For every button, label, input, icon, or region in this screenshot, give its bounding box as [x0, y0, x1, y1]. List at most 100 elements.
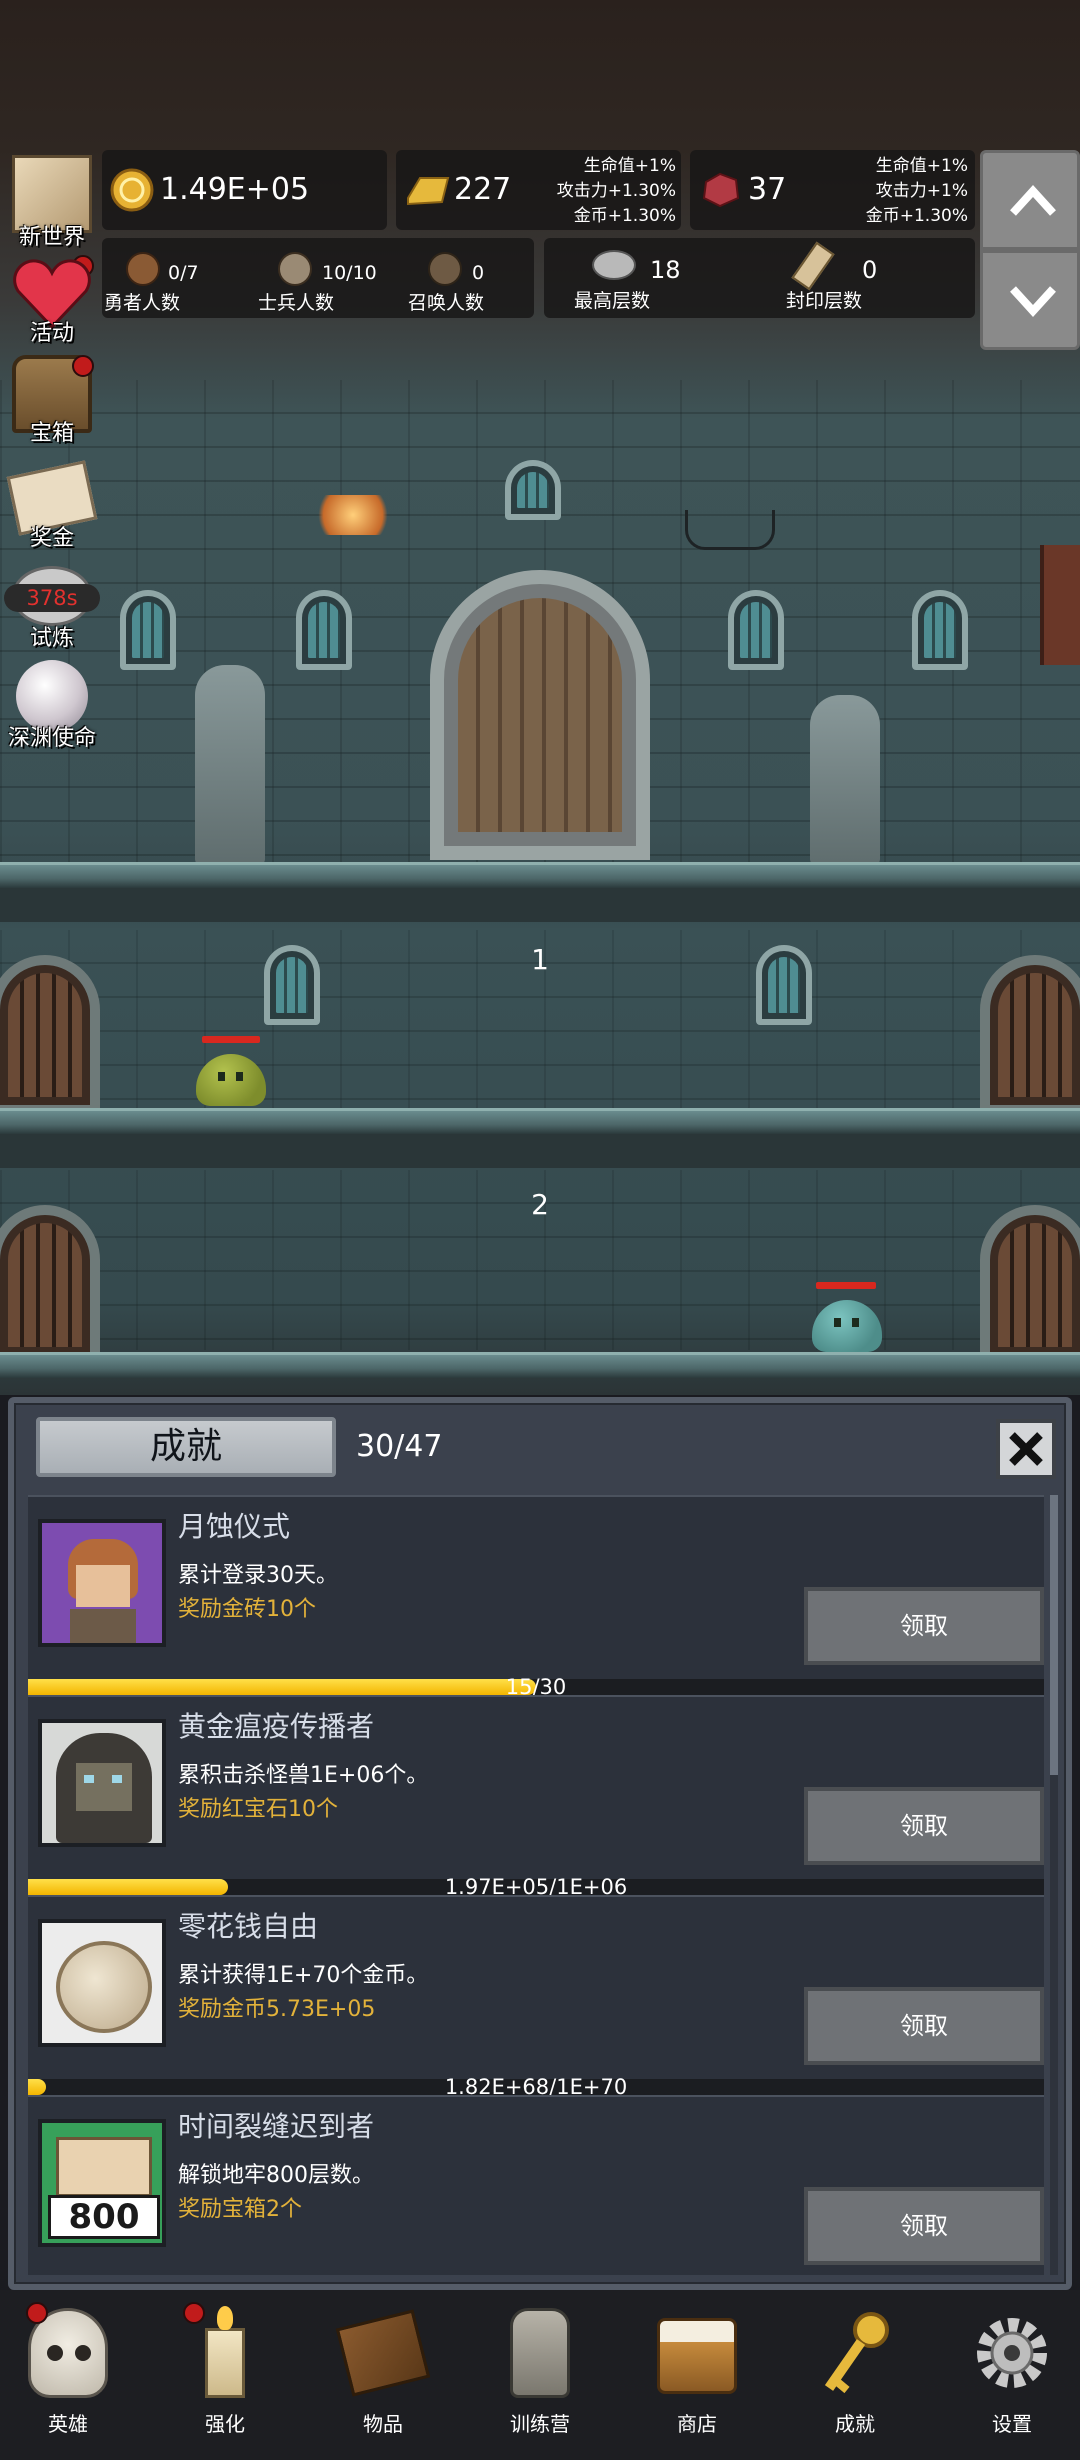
- soldier-count: 10/10: [322, 262, 377, 284]
- nav-label: 物品: [363, 2412, 403, 2436]
- notification-dot: [183, 2302, 205, 2324]
- progress-bar: 1.82E+68/1E+70: [28, 2075, 1044, 2099]
- gold-bar-counter: 227 生命值+1% 攻击力+1.30% 金币+1.30%: [396, 150, 681, 230]
- floor-counts: 18 最高层数 0 封印层数: [544, 238, 975, 318]
- castle-window: [296, 590, 352, 670]
- achievement-item: 零花钱自由 累计获得1E+70个金币。 奖励金币5.73E+05 领取 1.82…: [28, 1895, 1044, 2099]
- scroll-up-button[interactable]: [980, 150, 1080, 250]
- nav-label: 训练营: [510, 2412, 570, 2436]
- achievement-description: 累计获得1E+70个金币。: [178, 1963, 429, 1988]
- gold-bar-bonus: 生命值+1% 攻击力+1.30% 金币+1.30%: [556, 156, 676, 226]
- book-icon: [335, 2309, 431, 2397]
- scroll-down-button[interactable]: [980, 250, 1080, 350]
- floor-number: 2: [531, 1188, 549, 1221]
- side-menu-label: 宝箱: [29, 421, 74, 446]
- notification-dot: [72, 355, 94, 377]
- achievement-list[interactable]: 月蚀仪式 累计登录30天。 奖励金砖10个 领取 15/30 黄金瘟疫传播者 累…: [28, 1495, 1044, 2275]
- sealed-floor-value: 0: [862, 256, 878, 284]
- scrollbar-thumb[interactable]: [1050, 1495, 1058, 1775]
- achievement-panel: 成就 30/47 月蚀仪式 累计登录30天。 奖励金砖10个 领取 15/30: [8, 1397, 1072, 2290]
- nav-achievements[interactable]: 成就: [795, 2302, 915, 2452]
- progress-bar: 1.97E+05/1E+06: [28, 1875, 1044, 1899]
- dungeon-800-icon: 800: [38, 2119, 166, 2247]
- nav-training-camp[interactable]: 训练营: [480, 2302, 600, 2452]
- achievement-item: 月蚀仪式 累计登录30天。 奖励金砖10个 领取 15/30: [28, 1495, 1044, 1699]
- wall-banner: [1040, 545, 1080, 665]
- achievement-reward: 奖励宝箱2个: [178, 2197, 302, 2222]
- castle-window: [505, 460, 561, 520]
- side-menu-label: 试炼: [29, 626, 74, 651]
- key-icon: [824, 2312, 889, 2394]
- progress-bar: 15/30: [28, 1675, 1044, 1699]
- claim-button[interactable]: 领取: [804, 1587, 1044, 1665]
- wooden-door: [980, 955, 1080, 1115]
- bonus-button[interactable]: 奖金: [2, 460, 98, 556]
- nav-label: 成就: [835, 2412, 875, 2436]
- floor-800-badge: 800: [48, 2195, 160, 2239]
- side-menu-label: 新世界: [18, 225, 85, 250]
- trial-button[interactable]: 378s 试炼: [2, 560, 100, 656]
- chandelier: [685, 510, 775, 550]
- achievement-title: 月蚀仪式: [178, 1510, 291, 1543]
- panel-title: 成就: [36, 1417, 336, 1477]
- stone-icon: [592, 250, 636, 280]
- achievement-count: 30/47: [356, 1429, 443, 1464]
- event-button[interactable]: 活动: [2, 255, 98, 351]
- gold-bar-icon: [407, 177, 450, 206]
- floor-window: [756, 945, 812, 1025]
- achievement-reward: 奖励金砖10个: [178, 1597, 316, 1622]
- nav-shop[interactable]: 商店: [637, 2302, 757, 2452]
- soldier-head-icon: [278, 252, 312, 286]
- nav-heroes[interactable]: 英雄: [8, 2302, 128, 2452]
- nav-label: 设置: [992, 2412, 1032, 2436]
- candle-icon: [205, 2328, 245, 2398]
- side-menu-label: 深渊使命: [7, 726, 96, 751]
- nav-items[interactable]: 物品: [323, 2302, 443, 2452]
- knight-statue: [195, 665, 265, 865]
- side-menu-label: 奖金: [29, 526, 74, 551]
- floor-shadow: [0, 888, 1080, 922]
- hooded-figure-icon: [38, 1719, 166, 1847]
- close-button[interactable]: [996, 1419, 1056, 1479]
- gold-bar-value: 227: [454, 172, 512, 207]
- castle-window: [728, 590, 784, 670]
- wooden-door: [0, 1205, 100, 1365]
- ruby-value: 37: [748, 172, 787, 207]
- new-world-button[interactable]: 新世界: [2, 155, 98, 277]
- unit-counts: 0/7 勇者人数 10/10 士兵人数 0 召唤人数: [102, 238, 534, 318]
- achievement-title: 时间裂缝迟到者: [178, 2110, 375, 2143]
- silver-coin-icon: [38, 1919, 166, 2047]
- achievement-title: 黄金瘟疫传播者: [178, 1710, 375, 1743]
- enemy-hp-bar: [202, 1036, 260, 1043]
- ruby-counter: 37 生命值+1% 攻击力+1% 金币+1.30%: [690, 150, 975, 230]
- flame-icon: [217, 2306, 233, 2330]
- list-scrollbar[interactable]: [1050, 1495, 1058, 2275]
- close-icon: [1009, 1432, 1043, 1466]
- floor-1-ground: [0, 1108, 1080, 1134]
- achievement-description: 累计登录30天。: [178, 1563, 338, 1588]
- enemy-hp-bar: [816, 1282, 876, 1289]
- summon-count: 0: [472, 262, 485, 284]
- barred-gate: [0, 955, 100, 1115]
- nav-enhance[interactable]: 强化: [165, 2302, 285, 2452]
- floor-number: 1: [531, 943, 549, 976]
- claim-button[interactable]: 领取: [804, 1787, 1044, 1865]
- hero-count-label: 勇者人数: [104, 292, 181, 314]
- chevron-down-icon: [1010, 286, 1056, 317]
- abyss-mission-button[interactable]: 深渊使命: [2, 660, 98, 756]
- hero-count: 0/7: [168, 262, 199, 284]
- treasure-chest-button[interactable]: 宝箱: [2, 355, 98, 451]
- claim-button[interactable]: 领取: [804, 2187, 1044, 2265]
- gold-counter: 1.49E+05: [102, 150, 387, 230]
- nav-label: 强化: [205, 2412, 245, 2436]
- achievement-item: 800 时间裂缝迟到者 解锁地牢800层数。 奖励宝箱2个 领取: [28, 2095, 1044, 2275]
- sealed-floor-label: 封印层数: [786, 290, 863, 312]
- gold-coin-icon: [110, 168, 154, 212]
- castle-window: [120, 590, 176, 670]
- claim-button[interactable]: 领取: [804, 1987, 1044, 2065]
- floor-shadow: [0, 1134, 1080, 1168]
- dungeon-main-door: [430, 570, 650, 860]
- achievement-reward: 奖励金币5.73E+05: [178, 1997, 376, 2022]
- max-floor-value: 18: [650, 256, 681, 284]
- nav-settings[interactable]: 设置: [952, 2302, 1072, 2452]
